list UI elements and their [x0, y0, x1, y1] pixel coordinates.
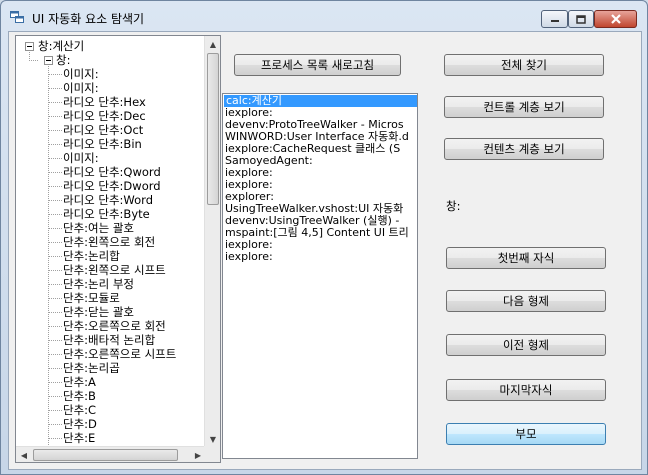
collapse-toggle-root[interactable] [25, 42, 34, 51]
window-label: 창: [446, 199, 461, 213]
content-view-button[interactable]: 컨텐츠 계층 보기 [444, 138, 604, 160]
tree-node[interactable]: 라디오 단추:Dword [63, 179, 161, 193]
scroll-up-button[interactable]: ▲ [205, 36, 220, 52]
tree-node[interactable]: 단추:논리합 [63, 249, 120, 263]
scroll-down-button[interactable]: ▼ [205, 431, 220, 447]
app-window-icon [10, 11, 24, 23]
tree-node[interactable]: 단추:모듈로 [63, 291, 120, 305]
control-view-button[interactable]: 컨트롤 계층 보기 [444, 96, 604, 118]
tree-node[interactable]: 라디오 단추:Dec [63, 109, 146, 123]
tree-node[interactable]: 라디오 단추:Byte [63, 207, 150, 221]
tree-node[interactable]: 단추:배타적 논리합 [63, 333, 155, 347]
tree-node[interactable]: 단추:B [63, 389, 96, 403]
collapse-toggle-window[interactable] [44, 56, 53, 65]
maximize-icon [576, 14, 586, 24]
client-area: 창:계산기 창: 이미지: 이미지: 라디오 단추:Hex 라디오 단추:Dec 라디오 단… [8, 31, 642, 470]
tree-node[interactable]: 단추:A [63, 375, 96, 389]
tree-horizontal-scrollbar[interactable]: ◀ ▶ [16, 446, 206, 462]
horizontal-scroll-thumb[interactable] [33, 449, 178, 461]
main-window: UI 자동화 요소 탐색기 창:계산기 창: 이미지: 이미지: 라디오 단추:… [0, 0, 648, 475]
process-list[interactable]: calc:계산기 iexplore: devenv:ProtoTreeWalker … [222, 93, 418, 459]
first-child-button[interactable]: 첫번째 자식 [446, 247, 606, 269]
close-icon [610, 14, 621, 24]
tree-node[interactable]: 단추:여는 괄호 [63, 221, 134, 235]
tree-node[interactable]: 단추:왼쪽으로 시프트 [63, 263, 166, 277]
tree-node[interactable]: 단추:E [63, 431, 95, 445]
previous-sibling-button[interactable]: 이전 형제 [446, 334, 606, 356]
process-list-items: calc:계산기 iexplore: devenv:ProtoTreeWalker … [223, 95, 417, 263]
tree-node[interactable]: 라디오 단추:Qword [63, 165, 161, 179]
find-all-button[interactable]: 전체 찾기 [444, 54, 604, 76]
element-tree[interactable]: 창:계산기 창: 이미지: 이미지: 라디오 단추:Hex 라디오 단추:Dec 라디오 단… [15, 35, 221, 463]
tree-node[interactable]: 이미지: [63, 151, 99, 165]
tree-node[interactable]: 단추:오른쪽으로 시프트 [63, 347, 176, 361]
tree-node[interactable]: 단추:오른쪽으로 회전 [63, 319, 166, 333]
parent-button[interactable]: 부모 [446, 423, 606, 445]
tree-node[interactable]: 창:계산기 [38, 39, 84, 53]
tree-node[interactable]: 단추:논리 부정 [63, 277, 134, 291]
tree-node[interactable]: 라디오 단추:Bin [63, 137, 142, 151]
tree-vertical-scrollbar[interactable]: ▲ ▼ [204, 36, 220, 447]
last-child-button[interactable]: 마지막자식 [446, 379, 606, 401]
minimize-button[interactable] [541, 10, 568, 28]
next-sibling-button[interactable]: 다음 형제 [446, 290, 606, 312]
vertical-scroll-thumb[interactable] [207, 53, 219, 205]
minimize-icon [550, 20, 559, 22]
tree-node[interactable]: 단추:논리곱 [63, 361, 120, 375]
close-button[interactable] [594, 10, 637, 28]
scroll-left-button[interactable]: ◀ [16, 447, 32, 462]
tree-node[interactable]: 라디오 단추:Oct [63, 123, 143, 137]
maximize-button[interactable] [568, 10, 594, 28]
refresh-process-list-button[interactable]: 프로세스 목록 새로고침 [234, 54, 401, 76]
tree-node[interactable]: 라디오 단추:Word [63, 193, 153, 207]
tree-node[interactable]: 단추:왼쪽으로 회전 [63, 235, 155, 249]
scrollbar-corner [204, 446, 220, 462]
process-list-item[interactable]: iexplore: [223, 251, 417, 263]
tree-node[interactable]: 라디오 단추:Hex [63, 95, 146, 109]
tree-node[interactable]: 단추:닫는 괄호 [63, 305, 134, 319]
window-title: UI 자동화 요소 탐색기 [32, 12, 145, 26]
tree-node[interactable]: 이미지: [63, 67, 99, 81]
tree-node[interactable]: 단추:C [63, 403, 96, 417]
tree-viewport: 창:계산기 창: 이미지: 이미지: 라디오 단추:Hex 라디오 단추:Dec 라디오 단… [16, 36, 206, 447]
tree-node[interactable]: 창: [56, 53, 70, 67]
tree-node[interactable]: 단추:D [63, 417, 97, 431]
tree-node[interactable]: 이미지: [63, 81, 99, 95]
title-bar[interactable]: UI 자동화 요소 탐색기 [1, 1, 647, 31]
